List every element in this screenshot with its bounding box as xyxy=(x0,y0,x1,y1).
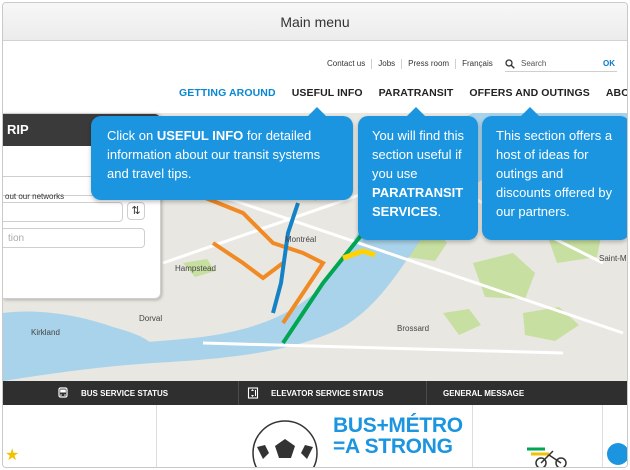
window-title: Main menu xyxy=(3,3,627,41)
bicycle-icon xyxy=(527,447,567,467)
dorval-label: Dorval xyxy=(139,314,162,323)
nav-offers-and-outings[interactable]: OFFERS AND OUTINGS xyxy=(469,87,589,99)
utility-nav: Contact us Jobs Press room Français xyxy=(321,59,499,69)
nav-paratransit[interactable]: PARATRANSIT xyxy=(379,87,454,99)
saint-m-label: Saint-M xyxy=(599,254,627,263)
promo-tile-bike[interactable] xyxy=(473,405,603,467)
nav-about[interactable]: ABOUT xyxy=(606,87,627,99)
elevator-icon xyxy=(247,387,259,399)
star-icon: ★ xyxy=(5,447,20,464)
metro-line-orange-west xyxy=(211,241,285,281)
nav-useful-info[interactable]: USEFUL INFO xyxy=(292,87,363,99)
promo-tile-4[interactable] xyxy=(603,405,627,467)
bus-icon xyxy=(58,387,68,398)
promo-tile-bus-metro[interactable]: BUS+MÉTRO =A STRONG xyxy=(157,405,473,467)
svg-text:Montréal: Montréal xyxy=(285,235,316,244)
app-window: Main menu Contact us Jobs Press room Fra… xyxy=(2,2,628,468)
status-elevator[interactable]: ELEVATOR SERVICE STATUS xyxy=(239,381,427,405)
promo-line-1: BUS+MÉTRO xyxy=(333,414,463,437)
swap-arrows-icon[interactable]: ⇅ xyxy=(127,202,145,220)
planner-location-input[interactable]: tion xyxy=(3,228,145,248)
planner-to-input[interactable] xyxy=(3,202,123,222)
status-general[interactable]: GENERAL MESSAGE xyxy=(427,381,627,405)
promo-headline: BUS+MÉTRO =A STRONG xyxy=(333,415,463,457)
service-status-bar: BUS SERVICE STATUS ELEVATOR SERVICE STAT… xyxy=(3,381,627,405)
montreal-label: Montréal xyxy=(285,235,316,244)
networks-link[interactable]: out our networks xyxy=(5,192,64,201)
tooltip-offers-and-outings: This section offers a host of ideas for … xyxy=(482,107,627,240)
search-ok-button[interactable]: OK xyxy=(603,59,615,68)
search-bar: OK xyxy=(505,56,617,72)
status-bus-label: BUS SERVICE STATUS xyxy=(81,388,169,398)
tooltip-paratransit: You will find this section useful if you… xyxy=(358,107,478,240)
main-nav: GETTING AROUND USEFUL INFO PARATRANSIT O… xyxy=(179,87,627,99)
utility-link-jobs[interactable]: Jobs xyxy=(372,59,403,69)
status-elevator-label: ELEVATOR SERVICE STATUS xyxy=(271,388,384,398)
hampstead-label: Hampstead xyxy=(175,264,216,273)
utility-link-language[interactable]: Français xyxy=(456,59,499,69)
utility-link-press[interactable]: Press room xyxy=(402,59,457,69)
kirkland-label: Kirkland xyxy=(31,328,60,337)
tooltip-useful-info: Click on USEFUL INFO for detailed inform… xyxy=(91,107,353,200)
promo-tile-1[interactable]: ★ xyxy=(3,405,157,467)
nav-getting-around[interactable]: GETTING AROUND xyxy=(179,87,276,99)
status-general-label: GENERAL MESSAGE xyxy=(443,388,525,398)
round-badge xyxy=(607,443,627,465)
search-input[interactable] xyxy=(521,59,599,68)
soccer-ball-icon xyxy=(252,420,318,467)
promo-line-2: =A STRONG xyxy=(333,435,453,458)
brossard-label: Brossard xyxy=(397,324,429,333)
status-bus[interactable]: BUS SERVICE STATUS xyxy=(3,381,239,405)
search-icon xyxy=(505,58,515,69)
utility-link-contact[interactable]: Contact us xyxy=(321,59,373,69)
